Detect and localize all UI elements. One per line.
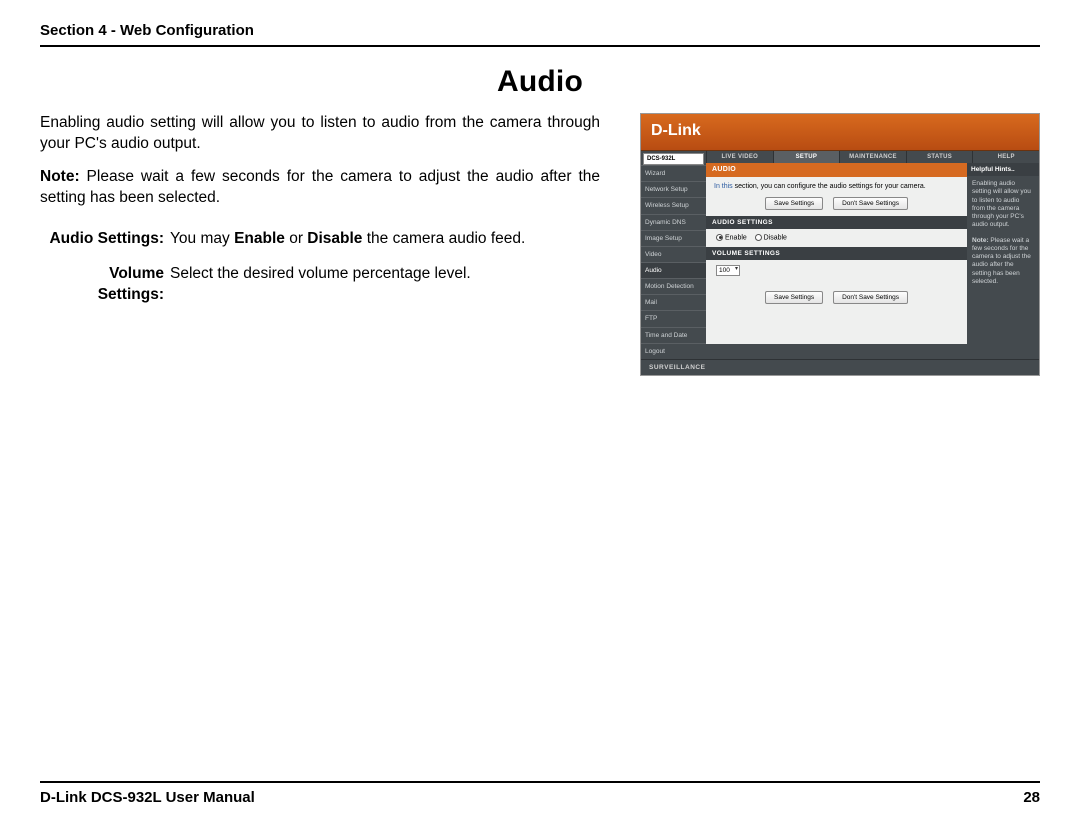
radio-disable[interactable] [755, 234, 762, 241]
sidebar-item-wireless[interactable]: Wireless Setup [641, 197, 706, 213]
hints-text-1: Enabling audio setting will allow you to… [967, 176, 1039, 233]
volume-select[interactable]: 100 [716, 265, 740, 276]
def-volume-settings: Volume Settings: Select the desired volu… [40, 264, 600, 306]
sidebar-item-image[interactable]: Image Setup [641, 230, 706, 246]
tab-status[interactable]: STATUS [906, 151, 973, 164]
disable-label: Disable [764, 234, 787, 241]
embedded-screenshot: D-Link DCS-932L Wizard Network Setup Wir… [640, 113, 1040, 376]
sidebar-item-network[interactable]: Network Setup [641, 181, 706, 197]
page-title: Audio [40, 65, 1040, 99]
sidebar-item-audio[interactable]: Audio [641, 262, 706, 278]
sidebar-item-time[interactable]: Time and Date [641, 327, 706, 343]
volume-settings-body: 100 [706, 260, 967, 281]
save-button-top[interactable]: Save Settings [765, 197, 823, 210]
sidebar-item-wizard[interactable]: Wizard [641, 165, 706, 181]
hints-text-2: Note: Please wait a few seconds for the … [967, 233, 1039, 290]
tab-help[interactable]: HELP [972, 151, 1039, 164]
sidebar-item-mail[interactable]: Mail [641, 294, 706, 310]
dont-save-button-bottom[interactable]: Don't Save Settings [833, 291, 908, 304]
save-button-bottom[interactable]: Save Settings [765, 291, 823, 304]
sidebar-item-logout[interactable]: Logout [641, 343, 706, 359]
sidebar-item-video[interactable]: Video [641, 246, 706, 262]
footer-left: D-Link DCS-932L User Manual [40, 789, 255, 806]
def-label: Audio Settings: [40, 229, 170, 250]
sidebar-item-ddns[interactable]: Dynamic DNS [641, 214, 706, 230]
hints-title: Helpful Hints.. [967, 163, 1039, 176]
audio-settings-body: Enable Disable [706, 229, 967, 247]
page-footer: D-Link DCS-932L User Manual 28 [40, 781, 1040, 806]
shot-footer: SURVEILLANCE [641, 359, 1039, 375]
hints-panel: Helpful Hints.. Enabling audio setting w… [967, 163, 1039, 344]
def-text: Select the desired volume percentage lev… [170, 264, 600, 306]
footer-page-number: 28 [1023, 789, 1040, 806]
sidebar-item-motion[interactable]: Motion Detection [641, 278, 706, 294]
paragraph-1: Enabling audio setting will allow you to… [40, 113, 600, 155]
model-label: DCS-932L [643, 153, 704, 166]
panel-description: In this section, you can configure the a… [706, 177, 967, 193]
enable-label: Enable [725, 234, 747, 241]
brand-header: D-Link [641, 114, 1039, 151]
tab-maintenance[interactable]: MAINTENANCE [839, 151, 906, 164]
note-text: Please wait a few seconds for the camera… [40, 168, 600, 206]
volume-settings-header: VOLUME SETTINGS [706, 247, 967, 260]
audio-settings-header: AUDIO SETTINGS [706, 216, 967, 229]
radio-enable[interactable] [716, 234, 723, 241]
paragraph-note: Note: Please wait a few seconds for the … [40, 167, 600, 209]
dont-save-button-top[interactable]: Don't Save Settings [833, 197, 908, 210]
sidebar: DCS-932L Wizard Network Setup Wireless S… [641, 151, 706, 359]
sidebar-item-ftp[interactable]: FTP [641, 310, 706, 326]
body-text: Enabling audio setting will allow you to… [40, 113, 600, 319]
tab-live-video[interactable]: LIVE VIDEO [706, 151, 773, 164]
brand-logo: D-Link [651, 122, 701, 140]
tab-setup[interactable]: SETUP [773, 151, 840, 164]
def-label: Volume Settings: [40, 264, 170, 306]
def-audio-settings: Audio Settings: You may Enable or Disabl… [40, 229, 600, 250]
section-header: Section 4 - Web Configuration [40, 22, 1040, 47]
def-text: You may Enable or Disable the camera aud… [170, 229, 600, 250]
top-tabs: LIVE VIDEO SETUP MAINTENANCE STATUS HELP [706, 151, 1039, 164]
note-label: Note: [40, 168, 80, 185]
panel-title: AUDIO [706, 163, 967, 177]
